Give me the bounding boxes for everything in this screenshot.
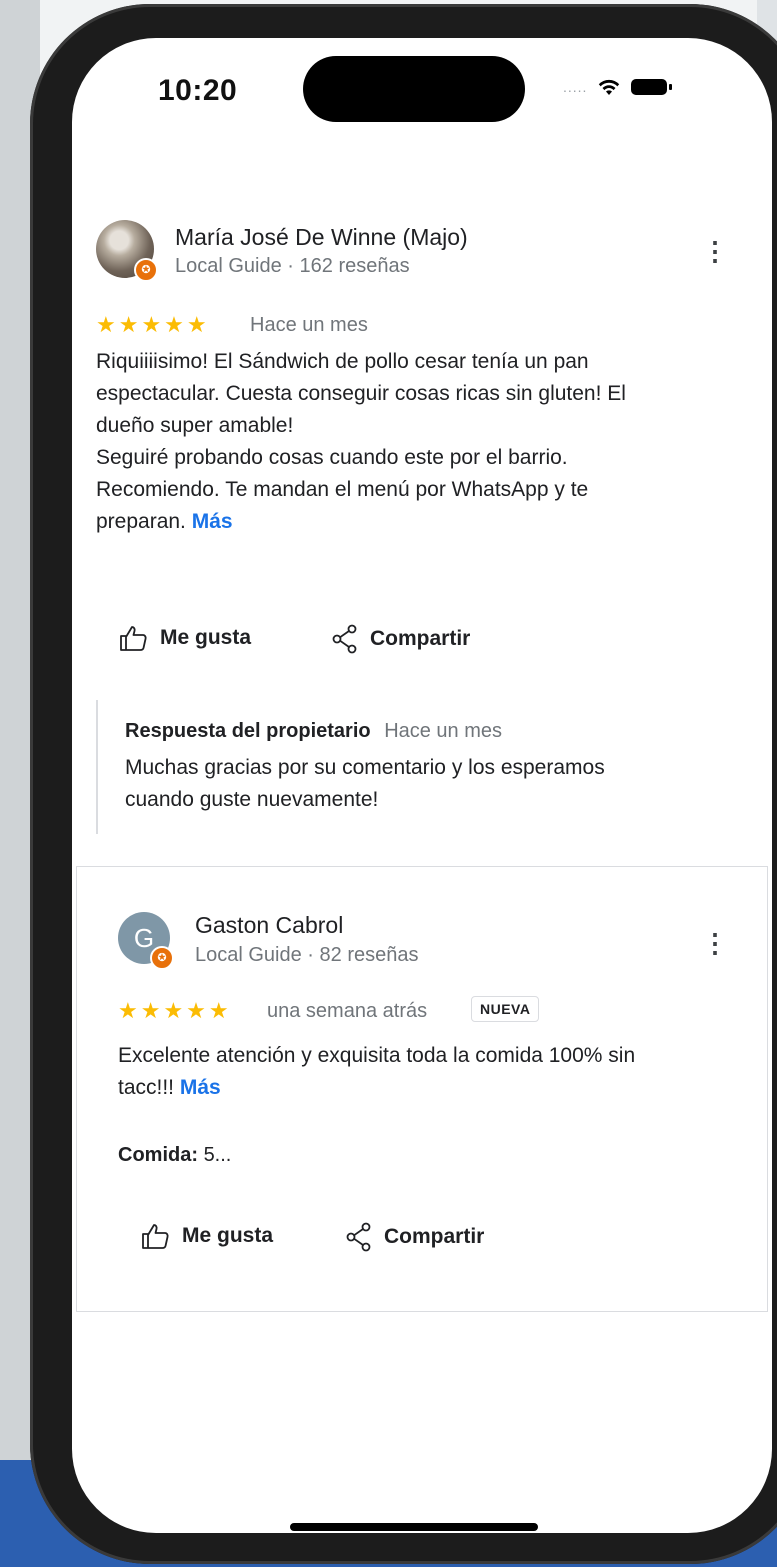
review-author-name[interactable]: María José De Winne (Majo) — [175, 224, 468, 251]
review-date: Hace un mes — [250, 314, 368, 336]
share-button[interactable]: Compartir — [332, 624, 470, 654]
owner-reply-date: Hace un mes — [384, 720, 503, 742]
rating-stars: ★★★★★ — [118, 998, 232, 1023]
home-indicator[interactable] — [290, 1523, 538, 1531]
share-icon — [332, 624, 357, 654]
wifi-icon — [599, 79, 620, 95]
more-options-icon[interactable]: ⋮ — [702, 930, 728, 956]
review-date: una semana atrás — [267, 1000, 428, 1022]
thumbs-up-icon — [120, 626, 147, 651]
more-link[interactable]: Más — [192, 510, 233, 533]
food-rating: Comida: 5... — [118, 1144, 231, 1167]
rating-stars: ★★★★★ — [96, 312, 210, 337]
review-text: Excelente atención y exquisita toda la c… — [118, 1044, 636, 1099]
review-text-line: espectacular. Cuesta conseguir cosas ric… — [96, 382, 626, 405]
cellular-signal-icon: ..... — [563, 79, 588, 95]
share-label: Compartir — [384, 1225, 485, 1248]
review-text: Riquiiiisimo! El Sándwich de pollo cesar… — [96, 346, 736, 538]
status-icons: ..... — [563, 78, 673, 96]
new-badge: NUEVA — [471, 996, 540, 1022]
owner-reply-header: Respuesta del propietario Hace un mes — [125, 720, 502, 743]
review-author-name[interactable]: Gaston Cabrol — [195, 912, 343, 939]
more-link[interactable]: Más — [180, 1076, 221, 1099]
dynamic-island — [303, 56, 525, 122]
like-button[interactable]: Me gusta — [118, 624, 251, 652]
battery-icon — [631, 79, 673, 95]
local-guide-badge-icon: ✪ — [134, 258, 158, 282]
owner-reply-divider — [96, 700, 98, 834]
local-guide-badge-icon: ✪ — [150, 946, 174, 970]
like-label: Me gusta — [160, 626, 252, 649]
share-icon — [346, 1222, 371, 1252]
owner-reply-title: Respuesta del propietario — [125, 720, 371, 742]
owner-reply-text: Muchas gracias por su comentario y los e… — [125, 756, 605, 811]
review-text-line: Seguiré probando cosas cuando este por e… — [96, 446, 568, 469]
thumbs-up-icon — [142, 1224, 169, 1249]
review-author-meta: Local Guide · 82 reseñas — [195, 944, 419, 966]
review-text-line: Riquiiiisimo! El Sándwich de pollo cesar… — [96, 350, 589, 373]
like-label: Me gusta — [182, 1224, 274, 1247]
review-text-line: dueño super amable! — [96, 414, 294, 437]
food-rating-label: Comida: — [118, 1144, 198, 1166]
review-author-meta: Local Guide · 162 reseñas — [175, 255, 410, 277]
status-time: 10:20 — [158, 74, 238, 107]
food-rating-value: 5... — [203, 1144, 232, 1166]
more-options-icon[interactable]: ⋮ — [702, 238, 728, 264]
like-button[interactable]: Me gusta — [140, 1222, 273, 1250]
review-text-line: preparan. Más — [96, 510, 233, 533]
share-button[interactable]: Compartir — [346, 1222, 484, 1252]
share-label: Compartir — [370, 627, 471, 650]
review-text-line: Recomiendo. Te mandan el menú por WhatsA… — [96, 478, 589, 501]
